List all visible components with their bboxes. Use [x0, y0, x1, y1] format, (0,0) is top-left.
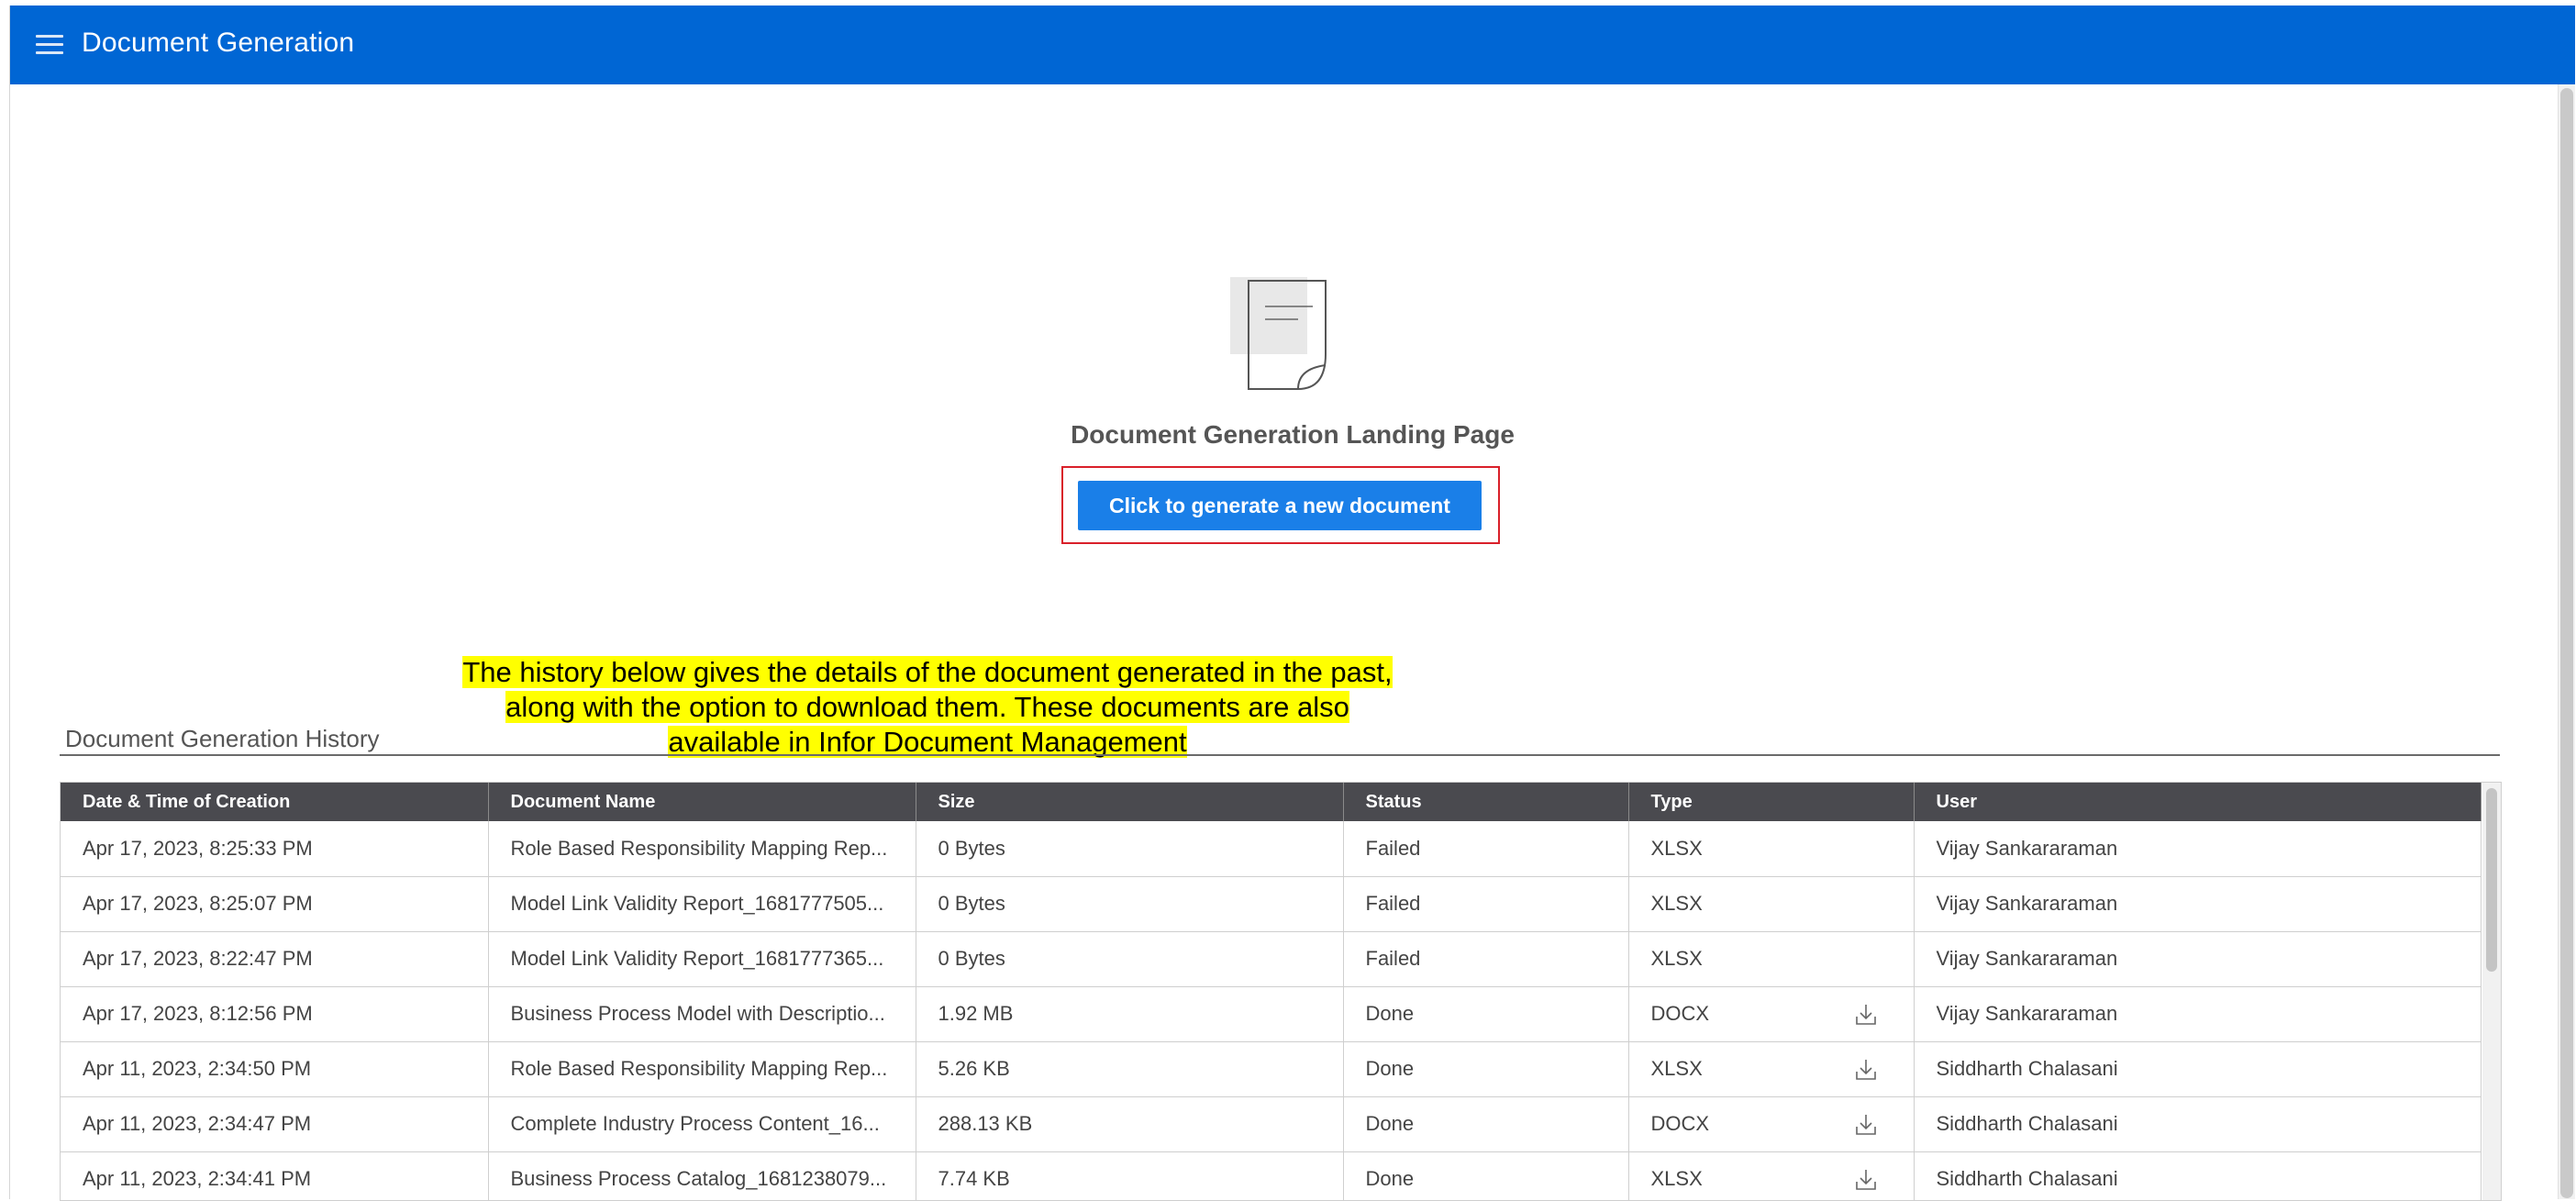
cell-user: Siddharth Chalasani: [1914, 1041, 2482, 1096]
cell-size: 0 Bytes: [916, 931, 1344, 986]
cell-type: XLSX: [1628, 821, 1915, 876]
cell-status: Done: [1343, 1096, 1629, 1151]
cell-document-name: Model Link Validity Report_1681777505...: [488, 876, 916, 931]
cell-type: XLSX: [1628, 876, 1915, 931]
callout-line: available in Infor Document Management: [668, 726, 1187, 758]
cell-user: Vijay Sankararaman: [1914, 821, 2482, 876]
cell-document-name: Business Process Model with Descriptio..…: [488, 986, 916, 1041]
type-label: XLSX: [1650, 892, 1703, 915]
cell-status: Failed: [1343, 876, 1629, 931]
cell-status: Failed: [1343, 821, 1629, 876]
generate-document-button[interactable]: Click to generate a new document: [1078, 481, 1482, 530]
cell-status: Done: [1343, 1041, 1629, 1096]
cell-date: Apr 11, 2023, 2:34:41 PM: [61, 1151, 489, 1200]
column-header-status[interactable]: Status: [1343, 783, 1629, 821]
cell-user: Vijay Sankararaman: [1914, 986, 2482, 1041]
cell-date: Apr 11, 2023, 2:34:47 PM: [61, 1096, 489, 1151]
type-label: XLSX: [1650, 1167, 1703, 1190]
cell-date: Apr 17, 2023, 8:25:33 PM: [61, 821, 489, 876]
cell-status: Failed: [1343, 931, 1629, 986]
cell-user: Vijay Sankararaman: [1914, 931, 2482, 986]
download-icon[interactable]: [1853, 1112, 1879, 1138]
cell-user: Siddharth Chalasani: [1914, 1096, 2482, 1151]
hamburger-menu-icon[interactable]: [36, 35, 63, 55]
cell-size: 0 Bytes: [916, 821, 1344, 876]
column-header-type[interactable]: Type: [1628, 783, 1915, 821]
table-row[interactable]: Apr 17, 2023, 8:25:07 PM Model Link Valid…: [61, 876, 2482, 931]
type-label: DOCX: [1650, 1112, 1710, 1135]
callout-line: The history below gives the details of t…: [462, 656, 1393, 688]
cell-type: DOCX: [1628, 1096, 1915, 1151]
cell-type: XLSX: [1628, 1041, 1915, 1096]
page-scrollbar-thumb[interactable]: [2560, 88, 2573, 1198]
document-icon: [1230, 277, 1327, 390]
cell-size: 7.74 KB: [916, 1151, 1344, 1200]
app-frame: Document Generation Document Generation …: [9, 6, 2575, 1201]
landing-title: Document Generation Landing Page: [1071, 420, 1515, 449]
cell-date: Apr 17, 2023, 8:22:47 PM: [61, 931, 489, 986]
type-label: XLSX: [1650, 836, 1703, 860]
table-row[interactable]: Apr 11, 2023, 2:34:41 PM Business Process…: [61, 1151, 2482, 1200]
table-row[interactable]: Apr 17, 2023, 8:25:33 PM Role Based Respo…: [61, 821, 2482, 876]
history-table: Date & Time of Creation Document Name Si…: [60, 782, 2502, 1201]
cell-type: XLSX: [1628, 931, 1915, 986]
type-label: XLSX: [1650, 1057, 1703, 1080]
download-icon[interactable]: [1853, 1002, 1879, 1028]
cell-date: Apr 17, 2023, 8:12:56 PM: [61, 986, 489, 1041]
cell-document-name: Complete Industry Process Content_16...: [488, 1096, 916, 1151]
cell-document-name: Model Link Validity Report_1681777365...: [488, 931, 916, 986]
annotation-callout: The history below gives the details of t…: [432, 655, 1423, 760]
app-header: Document Generation: [10, 6, 2575, 84]
table-header-row: Date & Time of Creation Document Name Si…: [61, 783, 2482, 821]
cell-document-name: Role Based Responsibility Mapping Rep...: [488, 821, 916, 876]
download-icon[interactable]: [1853, 1167, 1879, 1193]
cell-size: 5.26 KB: [916, 1041, 1344, 1096]
table-scrollbar-thumb[interactable]: [2486, 788, 2497, 972]
type-label: DOCX: [1650, 1002, 1710, 1025]
cell-size: 0 Bytes: [916, 876, 1344, 931]
cell-type: XLSX: [1628, 1151, 1915, 1200]
column-header-user[interactable]: User: [1914, 783, 2482, 821]
cell-user: Vijay Sankararaman: [1914, 876, 2482, 931]
cell-status: Done: [1343, 1151, 1629, 1200]
cell-type: DOCX: [1628, 986, 1915, 1041]
table-row[interactable]: Apr 11, 2023, 2:34:50 PM Role Based Respo…: [61, 1041, 2482, 1096]
table-row[interactable]: Apr 17, 2023, 8:12:56 PM Business Process…: [61, 986, 2482, 1041]
cell-document-name: Business Process Catalog_1681238079...: [488, 1151, 916, 1200]
table-scrollbar[interactable]: [2482, 783, 2501, 1200]
page-title: Document Generation: [82, 28, 355, 58]
cell-status: Done: [1343, 986, 1629, 1041]
cell-date: Apr 11, 2023, 2:34:50 PM: [61, 1041, 489, 1096]
history-divider: [60, 754, 2500, 756]
cell-user: Siddharth Chalasani: [1914, 1151, 2482, 1200]
cell-size: 1.92 MB: [916, 986, 1344, 1041]
download-icon[interactable]: [1853, 1057, 1879, 1083]
page-scrollbar[interactable]: [2558, 84, 2575, 1199]
column-header-date[interactable]: Date & Time of Creation: [61, 783, 489, 821]
cell-size: 288.13 KB: [916, 1096, 1344, 1151]
callout-line: along with the option to download them. …: [505, 691, 1349, 723]
column-header-size[interactable]: Size: [916, 783, 1344, 821]
history-title: Document Generation History: [65, 725, 380, 752]
table-row[interactable]: Apr 17, 2023, 8:22:47 PM Model Link Valid…: [61, 931, 2482, 986]
table-row[interactable]: Apr 11, 2023, 2:34:47 PM Complete Industr…: [61, 1096, 2482, 1151]
cell-date: Apr 17, 2023, 8:25:07 PM: [61, 876, 489, 931]
cell-document-name: Role Based Responsibility Mapping Rep...: [488, 1041, 916, 1096]
type-label: XLSX: [1650, 947, 1703, 970]
column-header-document-name[interactable]: Document Name: [488, 783, 916, 821]
